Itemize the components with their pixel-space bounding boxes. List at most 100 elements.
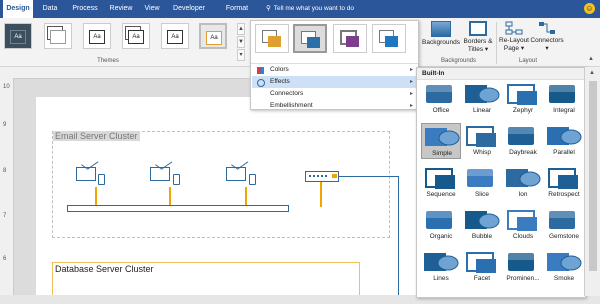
gallery-scrollbar[interactable]: ▲ (584, 67, 600, 296)
ruler-mark: 6 (3, 256, 7, 262)
tab-data[interactable]: Data (38, 0, 62, 18)
effect-option[interactable]: Zephyr (503, 81, 543, 117)
effect-preview-icon (426, 211, 452, 229)
borders-icon (469, 21, 487, 36)
effect-option-label: Linear (472, 107, 492, 114)
effect-option[interactable]: Lines (421, 249, 461, 285)
drawing-page[interactable]: Email Server Cluster Database Server Clu… (36, 97, 416, 304)
mobile-device-icon[interactable] (173, 174, 180, 185)
effect-preview-icon (465, 85, 500, 103)
effect-option-label: Zephyr (512, 107, 534, 114)
tab-review[interactable]: Review (106, 0, 136, 18)
effect-option[interactable]: Ion (503, 165, 543, 201)
connector-line (398, 176, 400, 297)
themes-gallery-scroll[interactable]: ▲ ▼ ▾ (237, 23, 245, 61)
relayout-page-button[interactable]: Re-Layout Page ▾ (498, 21, 530, 53)
effect-option[interactable]: Daybreak (503, 123, 543, 159)
theme-thumb-4[interactable]: Aa (122, 23, 150, 49)
menu-item-connectors[interactable]: Connectors ▸ (252, 88, 417, 100)
effect-preview-icon (466, 252, 496, 273)
effect-option[interactable]: Linear (462, 81, 502, 117)
effect-option-label: Facet (473, 275, 491, 282)
tell-me-text: Tell me what you want to do (273, 5, 354, 12)
email-server-icon[interactable] (150, 167, 170, 181)
menu-item-colors[interactable]: Colors ▸ (252, 64, 417, 76)
effect-preview-icon (466, 126, 496, 147)
tell-me-box[interactable]: ⚲ Tell me what you want to do (266, 0, 354, 18)
effect-option[interactable]: Integral (544, 81, 584, 117)
borders-titles-button[interactable]: Borders & Titles ▾ (461, 21, 495, 54)
smiley-feedback-icon[interactable]: ☺ (584, 3, 595, 14)
mobile-device-icon[interactable] (249, 174, 256, 185)
effect-preview-icon (425, 128, 460, 146)
menu-item-effects[interactable]: Effects ▸ (252, 76, 417, 88)
effect-option[interactable]: Parallel (544, 123, 584, 159)
effect-option[interactable]: Slice (462, 165, 502, 201)
tab-design[interactable]: Design (3, 0, 33, 18)
effect-option[interactable]: Office (421, 81, 461, 117)
submenu-arrow-icon: ▸ (410, 103, 414, 109)
database-cluster-title[interactable]: Database Server Cluster (55, 264, 154, 274)
effect-option-label: Whisp (472, 149, 492, 156)
gallery-header: Built-In (417, 68, 585, 80)
scroll-up-icon[interactable]: ▲ (589, 70, 595, 76)
email-server-icon[interactable] (76, 167, 96, 181)
theme-thumb-3[interactable]: Aa (83, 23, 111, 49)
effect-option-label: Daybreak (509, 149, 537, 156)
effect-option[interactable]: Bubble (462, 207, 502, 243)
effect-option[interactable]: Organic (421, 207, 461, 243)
backgrounds-icon (431, 21, 451, 37)
tab-view[interactable]: View (140, 0, 164, 18)
email-server-icon[interactable] (226, 167, 246, 181)
ruler-mark: 7 (3, 213, 7, 219)
effect-option[interactable]: Prominen... (503, 249, 543, 285)
more-icon[interactable]: ▾ (237, 49, 245, 61)
scroll-down-icon[interactable]: ▼ (237, 36, 245, 48)
effect-option-label: Slice (474, 191, 490, 198)
effect-preview-icon (547, 127, 582, 145)
effect-preview-icon (467, 169, 493, 187)
effect-option-label: Smoke (553, 275, 575, 282)
effect-option[interactable]: Simple (421, 123, 461, 159)
collapse-ribbon-icon[interactable]: ▲ (588, 56, 594, 62)
connector-line (95, 187, 97, 205)
submenu-arrow-icon: ▸ (410, 79, 414, 85)
effect-option[interactable]: Gemstone (544, 207, 584, 243)
theme-thumb-1[interactable]: Aa (4, 23, 32, 49)
relayout-icon (505, 21, 523, 35)
effect-option[interactable]: Retrospect (544, 165, 584, 201)
backgrounds-button[interactable]: Backgrounds (421, 21, 461, 47)
menu-item-label: Colors (270, 66, 289, 73)
ruler-left: 10 9 8 7 6 (0, 78, 14, 296)
ethernet-bus[interactable] (67, 205, 289, 212)
effect-option[interactable]: Facet (462, 249, 502, 285)
scrollbar-thumb[interactable] (589, 81, 597, 271)
effect-option[interactable]: Whisp (462, 123, 502, 159)
variant-thumb-4[interactable] (372, 24, 406, 53)
email-cluster-title[interactable]: Email Server Cluster (53, 131, 140, 141)
ruler-mark: 10 (3, 84, 10, 90)
effect-preview-icon (547, 253, 582, 271)
theme-thumb-5[interactable]: Aa (161, 23, 189, 49)
effect-option-label: Lines (433, 275, 449, 282)
network-switch-icon[interactable] (305, 171, 339, 182)
effect-option[interactable]: Sequence (421, 165, 461, 201)
effect-option[interactable]: Clouds (503, 207, 543, 243)
tab-process[interactable]: Process (68, 0, 102, 18)
connectors-button[interactable]: Connectors ▾ (530, 21, 564, 53)
variant-thumb-3[interactable] (333, 24, 367, 53)
scroll-up-icon[interactable]: ▲ (237, 23, 245, 35)
connector-line (169, 187, 171, 205)
mobile-device-icon[interactable] (98, 174, 105, 185)
theme-thumb-2[interactable] (44, 23, 72, 49)
effect-preview-icon (508, 253, 534, 271)
effect-option[interactable]: Smoke (544, 249, 584, 285)
menu-item-embellishment[interactable]: Embellishment ▸ (252, 100, 417, 112)
submenu-arrow-icon: ▸ (410, 67, 414, 73)
tab-developer[interactable]: Developer (169, 0, 209, 18)
tab-format[interactable]: Format (222, 0, 252, 18)
variant-thumb-1[interactable] (255, 24, 289, 53)
design-options-menu: Colors ▸ Effects ▸ Connectors ▸ Embellis… (250, 20, 419, 110)
theme-thumb-6[interactable]: Aa (199, 23, 227, 49)
variant-thumb-2[interactable] (293, 24, 327, 53)
